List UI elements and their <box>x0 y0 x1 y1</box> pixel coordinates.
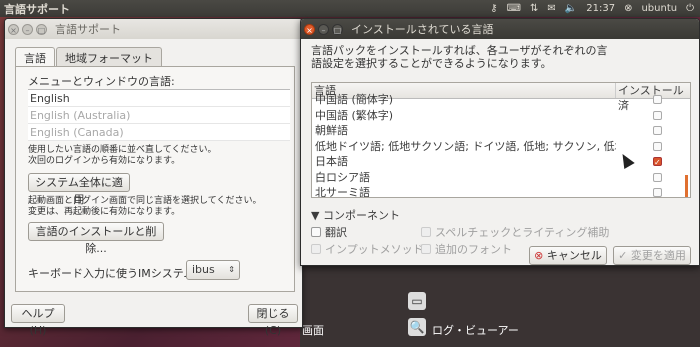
translation-label: 翻訳 <box>325 226 347 239</box>
user-icon[interactable]: ⊗ <box>624 3 632 14</box>
row-language: 朝鮮語 <box>315 124 348 137</box>
spellcheck-label: スペルチェックとライティング補助 <box>435 226 610 239</box>
installed-checkbox[interactable] <box>653 188 662 197</box>
im-system-select[interactable]: ibus ⇕ <box>186 260 240 280</box>
dialog-description: 言語パックをインストールすれば、各ユーザがそれぞれの言 語設定を選択することがで… <box>311 44 608 70</box>
close-icon[interactable]: × <box>8 23 19 35</box>
hint-line: 使用したい言語の順番に並べ直してください。 <box>28 145 217 155</box>
hint-line: 次回のログインから有効になります。 <box>28 156 181 166</box>
updown-arrows-icon: ⇕ <box>228 265 235 274</box>
language-support-window: × – □ 言語サポート 言語 地域フォーマット メニューとウィンドウの言語: … <box>4 18 303 337</box>
cancel-button[interactable]: ⊗ キャンセル <box>529 246 607 265</box>
boot-hint: 起動画面とログイン画面で同じ言語を選択してください。 変更は、再起動後に有効にな… <box>28 196 261 218</box>
input-method-checkbox[interactable]: インプットメソッド <box>311 241 424 257</box>
im-system-label: キーボード入力に使うIMシステム: <box>28 267 199 280</box>
installed-languages-dialog: × – □ インストールされている言語 言語パックをインストールすれば、各ユーザ… <box>300 18 700 266</box>
installed-checkbox[interactable] <box>653 95 662 104</box>
language-tab-pane: メニューとウィンドウの言語: English English (Australi… <box>15 66 295 292</box>
list-item[interactable]: English (Canada) <box>28 124 290 141</box>
close-button[interactable]: 閉じる(C) <box>248 304 298 337</box>
scrollbar-indicator[interactable] <box>685 175 688 197</box>
installed-checkbox[interactable] <box>653 126 662 135</box>
cancel-label: キャンセル <box>546 249 602 262</box>
apply-label: 変更を適用 <box>630 249 686 262</box>
power-icon[interactable]: ⏻ <box>686 3 694 14</box>
row-language: 低地ドイツ語; 低地サクソン語; ドイツ語, 低地; サクソン, 低地 <box>315 139 616 153</box>
hint-line: 変更は、再起動後に有効になります。 <box>28 207 181 217</box>
top-panel: 言語サポート ⚷ ⌨ ⇅ ✉ 🔈 21:37 ⊗ ubuntu ⏻ <box>0 0 700 17</box>
magnifier-icon[interactable]: 🔍 <box>408 318 426 336</box>
table-row[interactable]: 低地ドイツ語; 低地サクソン語; ドイツ語, 低地; サクソン, 低地 <box>312 139 690 155</box>
components-label: コンポーネント <box>322 209 400 222</box>
cancel-icon: ⊗ <box>534 249 544 262</box>
triangle-down-icon: ▼ <box>311 209 320 222</box>
installed-checkbox[interactable] <box>653 155 662 170</box>
checkbox-icon <box>311 244 321 254</box>
table-row[interactable]: 中国語 (繁体字) <box>312 108 690 124</box>
panel-app-title: 言語サポート <box>4 2 70 16</box>
apply-system-wide-button[interactable]: システム全体に適用 <box>28 173 130 206</box>
tab-bar: 言語 地域フォーマット <box>15 47 163 68</box>
monitor-icon[interactable]: ▭ <box>408 292 426 310</box>
desc-line: 語設定を選択することができるようになります。 <box>311 57 552 70</box>
close-icon[interactable]: × <box>304 23 315 35</box>
dialog-title: インストールされている言語 <box>351 23 494 36</box>
title-bar[interactable]: × – □ インストールされている言語 <box>301 19 699 39</box>
table-row[interactable]: 白ロシア語 <box>312 170 690 186</box>
row-language: 北サーミ語 <box>315 186 370 198</box>
list-item[interactable]: English <box>28 90 290 107</box>
table-row[interactable]: 北サーミ語 <box>312 185 690 198</box>
im-system-value: ibus <box>192 263 215 276</box>
extra-fonts-checkbox[interactable]: 追加のフォント <box>421 241 512 257</box>
volume-icon[interactable]: 🔈 <box>565 3 577 14</box>
menu-language-label: メニューとウィンドウの言語: <box>28 75 175 88</box>
checkbox-icon <box>421 244 431 254</box>
title-bar[interactable]: × – □ 言語サポート <box>5 19 302 39</box>
user-name[interactable]: ubuntu <box>641 3 677 14</box>
checkbox-icon <box>311 227 321 237</box>
table-row[interactable]: 朝鮮語 <box>312 123 690 139</box>
input-method-label: インプットメソッド <box>325 243 424 256</box>
checkbox-icon <box>421 227 431 237</box>
table-body: 中国語 (簡体字) 中国語 (繁体字) 朝鮮語 低地ドイツ語; 低地サクソン語;… <box>312 92 690 198</box>
installed-checkbox[interactable] <box>653 141 662 151</box>
maximize-icon[interactable]: □ <box>36 23 47 35</box>
installed-checkbox[interactable] <box>653 110 662 120</box>
extra-fonts-label: 追加のフォント <box>435 243 512 256</box>
desktop-lower-area: ▭ 画面 🔍 ログ・ビューアー <box>300 262 700 347</box>
hint-line: 起動画面とログイン画面で同じ言語を選択してください。 <box>28 196 262 206</box>
table-row[interactable]: 中国語 (簡体字) <box>312 92 690 108</box>
minimize-icon[interactable]: – <box>22 23 33 35</box>
row-language: 白ロシア語 <box>315 170 370 184</box>
network-icon[interactable]: ⇅ <box>530 3 538 14</box>
window-title: 言語サポート <box>55 23 121 36</box>
tab-regional-format[interactable]: 地域フォーマット <box>56 47 162 68</box>
maximize-icon[interactable]: □ <box>332 23 343 35</box>
desc-line: 言語パックをインストールすれば、各ユーザがそれぞれの言 <box>311 44 608 57</box>
install-remove-languages-button[interactable]: 言語のインストールと削除... <box>28 222 164 255</box>
help-button[interactable]: ヘルプ(H) <box>11 304 65 337</box>
list-item[interactable]: English (Australia) <box>28 107 290 124</box>
spellcheck-checkbox[interactable]: スペルチェックとライティング補助 <box>421 224 609 240</box>
components-expander[interactable]: ▼ コンポーネント <box>311 207 400 223</box>
key-icon[interactable]: ⚷ <box>490 3 497 14</box>
log-viewer-label[interactable]: ログ・ビューアー <box>432 322 519 338</box>
languages-table[interactable]: 言語 インストール済 中国語 (簡体字) 中国語 (繁体字) 朝鮮語 低地ドイツ… <box>311 82 691 198</box>
checkmark-icon: ✓ <box>618 249 628 262</box>
language-list[interactable]: English English (Australia) English (Can… <box>28 89 290 141</box>
row-language: 中国語 (繁体字) <box>315 108 394 122</box>
reorder-hint: 使用したい言語の順番に並べ直してください。 次回のログインから有効になります。 <box>28 145 216 167</box>
desktop-item-label: 画面 <box>302 324 324 337</box>
installed-checkbox[interactable] <box>653 172 662 182</box>
translation-checkbox[interactable]: 翻訳 <box>311 224 347 240</box>
clock[interactable]: 21:37 <box>586 3 615 14</box>
system-tray: ⚷ ⌨ ⇅ ✉ 🔈 21:37 ⊗ ubuntu ⏻ <box>490 3 700 14</box>
row-language: 中国語 (簡体字) <box>315 93 394 106</box>
apply-changes-button[interactable]: ✓ 変更を適用 <box>613 246 691 265</box>
keyboard-icon[interactable]: ⌨ <box>507 3 521 14</box>
row-language: 日本語 <box>315 155 348 168</box>
minimize-icon[interactable]: – <box>318 23 329 35</box>
tab-language[interactable]: 言語 <box>15 47 55 68</box>
mail-icon[interactable]: ✉ <box>547 3 555 14</box>
